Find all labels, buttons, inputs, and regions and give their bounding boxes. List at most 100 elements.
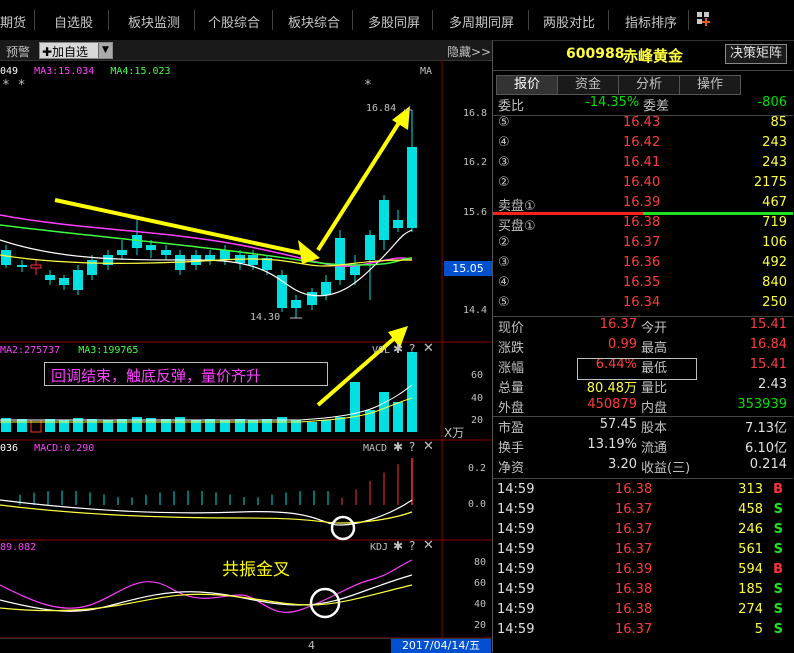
y-tick: 16.8 — [463, 108, 488, 119]
level-volume: 243 — [762, 135, 787, 150]
close-icon[interactable]: ✕ — [423, 341, 434, 356]
nav-multi-period[interactable]: 多周期同屏 — [449, 12, 514, 31]
level-volume: 840 — [762, 275, 787, 290]
nav-divider — [432, 10, 433, 30]
close-icon[interactable]: ✕ — [423, 538, 434, 553]
nav-watchlist[interactable]: 自选股 — [54, 12, 93, 31]
level-price: 16.43 — [623, 115, 661, 130]
quote-label: 外盘 — [498, 401, 525, 416]
nav-divider — [108, 10, 109, 30]
sell-buy-divider — [493, 212, 643, 215]
candle-body — [73, 270, 83, 290]
nav-sector-monitor[interactable]: 板块监测 — [128, 12, 180, 31]
weicha-value: -806 — [757, 95, 787, 110]
help-icon[interactable]: ? — [409, 342, 415, 356]
add-watchlist-button[interactable]: ✚加自选 ▼ — [39, 42, 113, 59]
nav-indicator-sort[interactable]: 指标排序 — [625, 12, 677, 31]
tick-price: 16.37 — [615, 622, 653, 637]
macd-label: 036 MACD:0.290 — [0, 443, 94, 454]
warning-label[interactable]: 预警 — [6, 43, 30, 60]
volume-bar — [277, 417, 287, 432]
weibi-label: 委比 — [498, 99, 525, 114]
y-tick: 15.6 — [463, 207, 488, 218]
tab-operation[interactable]: 操作 — [679, 75, 741, 95]
vol-indicator[interactable]: VOL — [372, 345, 390, 356]
fundamental-value: 6.10亿 — [745, 441, 787, 456]
volume-bar — [45, 419, 55, 432]
quote-label: 今开 — [641, 321, 668, 336]
tick-time: 14:59 — [497, 502, 535, 517]
macd-value: MACD:0.290 — [34, 443, 95, 454]
ma-1-value: 049 — [0, 66, 19, 77]
tab-analysis[interactable]: 分析 — [618, 75, 680, 95]
volume-bar — [407, 352, 417, 432]
sell-level-row[interactable]: ⑤ 16.43 85 — [493, 115, 793, 135]
top-nav: 期货 自选股 板块监测 个股综合 板块综合 多股同屏 多周期同屏 两股对比 指标… — [0, 0, 794, 41]
tick-row: 14:59 16.37 246 S — [493, 522, 793, 542]
kdj-annotation: 共振金叉 — [222, 560, 290, 580]
macd-diff-value: 036 — [0, 443, 19, 454]
quote-label: 内盘 — [641, 401, 668, 416]
buy-level-row[interactable]: ② 16.37 106 — [493, 235, 793, 255]
hide-button[interactable]: 隐藏>> — [447, 43, 491, 60]
kdj-line — [0, 559, 413, 613]
macd-indicator[interactable]: MACD — [363, 443, 387, 454]
tick-side: S — [773, 542, 783, 557]
sell-level-row[interactable]: ② 16.40 2175 — [493, 175, 793, 195]
tick-time: 14:59 — [497, 582, 535, 597]
volume-bar — [205, 419, 215, 432]
sell-level-row[interactable]: ③ 16.41 243 — [493, 155, 793, 175]
tab-quote[interactable]: 报价 — [496, 75, 558, 95]
y-tick: 14.4 — [463, 305, 488, 316]
level-volume: 250 — [762, 295, 787, 310]
quote-row: 涨跌 0.99 最高 16.84 — [493, 337, 793, 357]
ma-indicator[interactable]: MA — [420, 66, 432, 77]
nav-sector-overview[interactable]: 板块综合 — [288, 12, 340, 31]
nav-stock-overview[interactable]: 个股综合 — [208, 12, 260, 31]
divider — [493, 478, 793, 479]
tick-price: 16.38 — [615, 582, 653, 597]
level-price: 16.38 — [623, 215, 661, 230]
help-icon[interactable]: ? — [409, 440, 415, 454]
kdj-indicator[interactable]: KDJ — [370, 542, 388, 553]
candle-body — [30, 264, 42, 269]
buy-level-row[interactable]: ④ 16.35 840 — [493, 275, 793, 295]
sell-level-row[interactable]: ④ 16.42 243 — [493, 135, 793, 155]
gear-icon[interactable]: ✱ — [393, 440, 403, 454]
fundamental-value: 3.20 — [608, 457, 637, 472]
level-label: ③ — [498, 255, 510, 270]
stock-name: 赤峰黄金 — [623, 47, 684, 65]
date-label: 2017/04/14/五 — [391, 639, 491, 653]
annotation-box: 回调结束，触底反弹，量价齐升 — [44, 362, 328, 386]
nav-multi-stock[interactable]: 多股同屏 — [368, 12, 420, 31]
volume-bar — [307, 422, 317, 432]
level-volume: 2175 — [753, 175, 787, 190]
decision-matrix-button[interactable]: 决策矩阵 — [725, 44, 787, 64]
buy-level-row[interactable]: ③ 16.36 492 — [493, 255, 793, 275]
level-price: 16.37 — [623, 235, 661, 250]
quote-value: 15.41 — [749, 317, 787, 332]
tick-time: 14:59 — [497, 622, 535, 637]
grid-add-icon[interactable] — [697, 12, 711, 26]
divider — [493, 70, 793, 71]
nav-compare[interactable]: 两股对比 — [543, 12, 595, 31]
weibi-row: 委比 -14.35% 委差 -806 — [493, 95, 793, 115]
close-icon[interactable]: ✕ — [423, 439, 434, 454]
quote-value: 2.43 — [758, 377, 787, 392]
dropdown-arrow-icon[interactable]: ▼ — [98, 43, 112, 58]
buy-level-row[interactable]: 买盘① 16.38 719 — [493, 215, 793, 235]
vol-unit: X万 — [444, 426, 465, 440]
ma-label: 049 MA3:15.034 MA4:15.023 — [0, 66, 171, 77]
tick-side: B — [773, 562, 783, 577]
gear-icon[interactable]: ✱ — [393, 342, 403, 356]
vol-ma-label: MA2:275737 MA3:199765 — [0, 345, 138, 356]
gear-icon[interactable]: ✱ — [393, 539, 403, 553]
tab-funds[interactable]: 资金 — [557, 75, 619, 95]
tick-row: 14:59 16.38 313 B — [493, 482, 793, 502]
help-icon[interactable]: ? — [409, 539, 415, 553]
buy-level-row[interactable]: ⑤ 16.34 250 — [493, 295, 793, 315]
kdj-y-tick: 80 — [474, 557, 487, 568]
quote-value: 15.41 — [749, 357, 787, 372]
quote-label: 涨幅 — [498, 361, 525, 376]
nav-futures[interactable]: 期货 — [0, 12, 26, 31]
